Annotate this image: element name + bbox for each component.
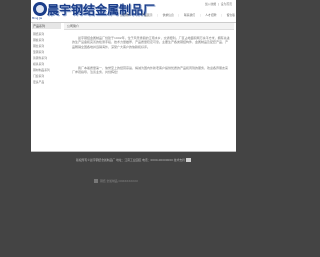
nav-separator: |	[221, 13, 222, 17]
stats-badge-icon[interactable]	[185, 157, 191, 162]
nav-item-jobs[interactable]: 人才招聘	[204, 13, 217, 17]
top-links: 加入收藏 | 设为首页	[204, 2, 232, 6]
site-badge-icon	[94, 179, 98, 183]
nav-separator: |	[157, 13, 159, 17]
bottom-logo[interactable]: 钢结 金属制品 CNXXXXXXXX	[94, 179, 138, 183]
link-separator: |	[217, 2, 219, 6]
nav-item-contact[interactable]: 联系我们	[183, 13, 196, 17]
header: Ming Jie 晨宇钢结金属制品厂 加入收藏 | 设为首页 公司简介 | 产品…	[31, 0, 236, 22]
sidebar-item-steel-plate[interactable]: 钢板系列	[33, 38, 44, 42]
sidebar-item-molds[interactable]: 模具系列	[33, 62, 44, 66]
nav-item-products[interactable]: 产品展示	[140, 13, 153, 17]
main-content: 公司简介 晨宇钢结金属制品厂创建于1992年，位于风景秀丽的江南水乡，交通便利。…	[64, 23, 234, 151]
nav-separator: |	[178, 13, 180, 17]
footer-copyright: 版权所有©晨宇钢结金属制品厂 地址：江南工业园区 电话：0000-0000000…	[76, 157, 185, 162]
content-title: 公司简介	[67, 24, 80, 28]
page-container: Ming Jie 晨宇钢结金属制品厂 加入收藏 | 设为首页 公司简介 | 产品…	[31, 0, 236, 167]
sidebar-item-steel-products[interactable]: 钢材制品系列	[33, 68, 50, 72]
bottom-logo-text: 钢结 金属制品 CNXXXXXXXX	[100, 179, 138, 183]
sidebar-item-section-steel[interactable]: 型钢系列	[33, 50, 44, 54]
nav-item-about[interactable]: 公司简介	[119, 13, 132, 17]
company-logo-icon[interactable]	[33, 2, 47, 16]
intro-paragraph: 晨宇钢结金属制品厂创建于1992年，位于风景秀丽的江南水乡，交通便利。厂区占地面…	[72, 36, 230, 49]
sidebar-item-doors-windows[interactable]: 门窗系列	[33, 74, 44, 78]
footer: 版权所有©晨宇钢结金属制品厂 地址：江南工业园区 电话：0000-0000000…	[31, 152, 236, 167]
set-homepage-link[interactable]: 设为首页	[221, 2, 232, 6]
nav-item-guestbook[interactable]: 留言版	[226, 13, 236, 17]
sidebar-item-cast-steel[interactable]: 铸钢件系列	[33, 56, 47, 60]
sidebar: 产品系列 钢结系列 钢板系列 钢丝系列 型钢系列 铸钢件系列 模具系列 钢材制品…	[31, 23, 62, 151]
sidebar-title: 产品系列	[32, 23, 61, 29]
content-header: 公司简介	[64, 23, 234, 30]
logo-subtitle: Ming Jie	[32, 17, 43, 20]
closing-paragraph: 我厂本着质量第一、信誉至上的经营宗旨，竭诚为国内外新老客户提供优质的产品和周到的…	[72, 66, 229, 75]
sidebar-item-steel-structure[interactable]: 钢结系列	[33, 32, 44, 36]
nav-separator: |	[135, 13, 137, 17]
nav-item-supply[interactable]: 供求信息	[162, 13, 175, 17]
main-nav: 公司简介 | 产品展示 | 供求信息 | 联系我们 | 人才招聘 | 留言版	[119, 12, 236, 18]
nav-separator: |	[199, 13, 201, 17]
add-favorite-link[interactable]: 加入收藏	[205, 2, 216, 6]
sidebar-item-more[interactable]: 更多产品	[33, 80, 44, 84]
sidebar-item-steel-wire[interactable]: 钢丝系列	[33, 44, 44, 48]
